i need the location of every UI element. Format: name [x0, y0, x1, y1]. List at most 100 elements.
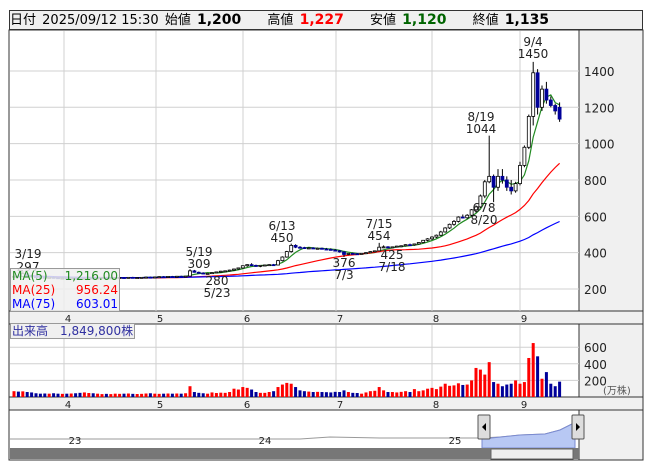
candle-body	[306, 247, 311, 250]
navigator-scrollbar-thumb[interactable]	[490, 448, 574, 460]
candle-body	[196, 271, 201, 274]
candle-body	[504, 179, 509, 188]
volume-bar	[113, 393, 117, 397]
candle-body	[526, 115, 531, 148]
volume-tick-label: 600	[584, 341, 607, 355]
navigator-year-label: 24	[259, 436, 272, 447]
volume-bar	[456, 383, 460, 397]
low-value: 1,120	[402, 12, 447, 28]
volume-unit: (万株)	[603, 384, 631, 397]
volume-bar	[333, 391, 337, 397]
price-tick-label: 400	[584, 247, 607, 261]
candle-body	[188, 270, 192, 277]
volume-bar	[258, 392, 262, 397]
volume-bar	[558, 381, 562, 397]
candle-body	[139, 276, 144, 279]
volume-bar	[87, 393, 91, 397]
volume-bar	[272, 391, 276, 397]
volume-bar	[478, 369, 482, 397]
volume-bar	[267, 392, 271, 397]
volume-bar	[236, 389, 240, 397]
volume-bar	[175, 393, 179, 397]
candle-body	[465, 214, 470, 219]
volume-bar	[430, 387, 434, 397]
month-label: 6	[244, 400, 250, 411]
candle-body	[553, 105, 558, 112]
candle-body	[267, 264, 272, 267]
candle-body	[320, 247, 324, 250]
volume-bar	[470, 380, 474, 397]
volume-bar	[228, 392, 232, 397]
ma5-label: MA(5)	[12, 269, 48, 283]
candle-body	[333, 249, 338, 252]
volume-bar	[390, 392, 394, 397]
volume-bar	[474, 367, 478, 397]
volume-bar	[298, 390, 302, 397]
volume-bar	[140, 393, 144, 397]
month-label: 8	[433, 400, 439, 411]
navigator-year-label: 23	[69, 436, 82, 447]
volume-bar	[241, 387, 245, 397]
candle-body	[438, 231, 443, 236]
volume-bar	[60, 393, 64, 397]
volume-bar	[214, 393, 218, 397]
volume-bar	[316, 391, 320, 397]
volume-bar	[351, 392, 355, 397]
volume-bar	[364, 392, 368, 397]
month-label: 7	[337, 314, 343, 325]
annotation-date: 8/20	[471, 213, 498, 227]
volume-bar	[25, 392, 29, 397]
month-label: 9	[521, 400, 527, 411]
volume-bar	[500, 386, 504, 397]
date-label: 日付	[10, 13, 37, 28]
candle-body	[342, 251, 346, 255]
candle-body	[157, 276, 162, 279]
candle-body	[355, 253, 360, 256]
price-tick-label: 1200	[584, 101, 615, 115]
candle-body	[350, 252, 355, 255]
candle-body	[443, 227, 448, 233]
candle-body	[245, 264, 250, 267]
candle-body	[412, 243, 417, 246]
volume-bar	[280, 384, 284, 397]
volume-bar	[131, 393, 135, 397]
volume-bar	[329, 392, 333, 397]
volume-bar	[307, 391, 311, 397]
stock-chart: 200 400 600 800 1000 1200 1400 200 400 600 4 4 5 5 6 6 7…	[0, 0, 653, 470]
candle-body	[144, 276, 148, 279]
candle-body	[346, 252, 351, 255]
candle-body	[166, 276, 170, 278]
volume-bar	[417, 391, 421, 397]
volume-bar	[386, 392, 390, 397]
candle-body	[460, 216, 465, 219]
ohlc-header: 日付 2025/09/12 15:30 始値 1,200 高値 1,227 安値…	[9, 10, 643, 30]
close-value: 1,135	[504, 12, 550, 28]
candle-body	[276, 260, 280, 266]
navigator-year-label: 25	[449, 436, 462, 447]
volume-bar	[487, 362, 491, 397]
volume-bar	[30, 392, 34, 397]
annotation-date: 3/19	[15, 247, 42, 261]
volume-bar	[201, 393, 205, 397]
close-label: 終値	[472, 13, 499, 28]
candle-body	[487, 175, 492, 183]
candle-body	[324, 248, 329, 251]
candle-body	[452, 221, 456, 225]
volume-bar	[544, 372, 548, 397]
price-tick-label: 600	[584, 210, 607, 224]
ma25-value: 956.24	[76, 283, 118, 297]
candle-body	[183, 275, 188, 278]
candle-body	[359, 252, 364, 255]
volume-month-axis-row	[8, 396, 644, 411]
candle-body	[293, 244, 298, 248]
open-label: 始値	[164, 13, 191, 28]
candle-body	[315, 247, 320, 250]
candle-body	[258, 264, 263, 267]
candle-body	[513, 183, 518, 192]
annotation-date: 7/3	[334, 268, 353, 282]
candle-body	[311, 247, 316, 250]
volume-bar	[135, 394, 139, 397]
volume-bar	[399, 391, 403, 397]
candle-body	[227, 269, 232, 272]
annotation-value: 1450	[518, 47, 549, 61]
